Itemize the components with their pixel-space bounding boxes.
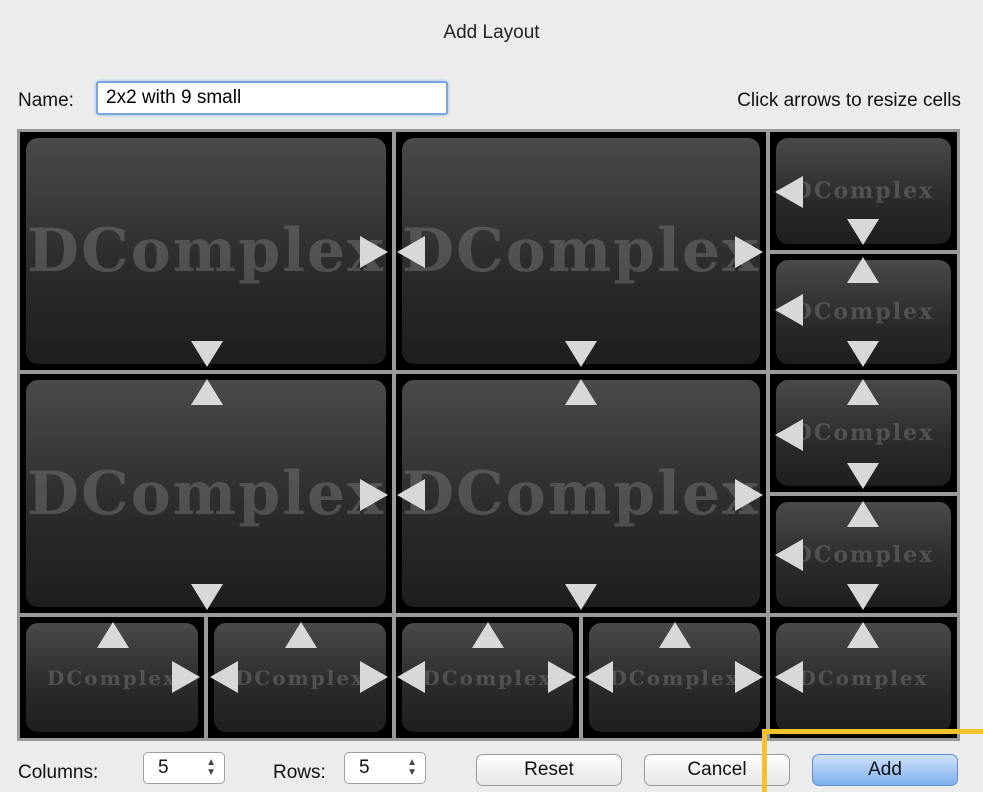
resize-up-arrow[interactable] — [847, 501, 879, 527]
resize-up-arrow[interactable] — [847, 379, 879, 405]
stepper-arrows-icon[interactable]: ▲ ▼ — [206, 758, 216, 778]
rows-label: Rows: — [273, 762, 326, 783]
resize-right-arrow[interactable] — [735, 479, 763, 511]
resize-up-arrow[interactable] — [847, 622, 879, 648]
watermark: DComplex — [402, 216, 760, 286]
name-label: Name: — [18, 90, 74, 111]
resize-up-arrow[interactable] — [191, 379, 223, 405]
watermark: DComplex — [27, 216, 385, 286]
name-input[interactable] — [96, 81, 448, 115]
rows-stepper[interactable]: 5 ▲ ▼ — [344, 752, 426, 784]
resize-left-arrow[interactable] — [397, 236, 425, 268]
grid-cell: DComplex — [20, 374, 392, 613]
resize-right-arrow[interactable] — [360, 661, 388, 693]
cancel-button[interactable]: Cancel — [644, 754, 790, 786]
resize-left-arrow[interactable] — [397, 479, 425, 511]
columns-value: 5 — [158, 757, 169, 778]
watermark: DComplex — [402, 458, 760, 529]
resize-right-arrow[interactable] — [548, 661, 576, 693]
resize-down-arrow[interactable] — [565, 341, 597, 367]
columns-stepper[interactable]: 5 ▲ ▼ — [143, 752, 225, 784]
resize-up-arrow[interactable] — [659, 622, 691, 648]
resize-left-arrow[interactable] — [775, 294, 803, 326]
grid-cell: DComplex — [20, 132, 392, 370]
grid-cell: DComplex — [396, 132, 766, 370]
layout-grid: DComplex DComplex DComplex DComplex DCom… — [17, 129, 960, 741]
resize-right-arrow[interactable] — [360, 236, 388, 268]
resize-hint: Click arrows to resize cells — [737, 90, 961, 111]
resize-left-arrow[interactable] — [585, 661, 613, 693]
reset-button[interactable]: Reset — [476, 754, 622, 786]
grid-cell: DComplex — [396, 374, 766, 613]
resize-down-arrow[interactable] — [847, 463, 879, 489]
resize-up-arrow[interactable] — [472, 622, 504, 648]
resize-down-arrow[interactable] — [191, 341, 223, 367]
resize-up-arrow[interactable] — [847, 257, 879, 283]
resize-down-arrow[interactable] — [565, 584, 597, 610]
resize-left-arrow[interactable] — [775, 539, 803, 571]
dialog-title: Add Layout — [443, 22, 540, 43]
stepper-arrows-icon[interactable]: ▲ ▼ — [407, 758, 417, 778]
resize-down-arrow[interactable] — [847, 584, 879, 610]
resize-left-arrow[interactable] — [775, 419, 803, 451]
resize-left-arrow[interactable] — [397, 661, 425, 693]
resize-right-arrow[interactable] — [172, 661, 200, 693]
resize-down-arrow[interactable] — [847, 219, 879, 245]
resize-down-arrow[interactable] — [847, 341, 879, 367]
resize-right-arrow[interactable] — [735, 236, 763, 268]
resize-left-arrow[interactable] — [775, 176, 803, 208]
resize-right-arrow[interactable] — [360, 479, 388, 511]
rows-value: 5 — [359, 757, 370, 778]
resize-down-arrow[interactable] — [191, 584, 223, 610]
add-button[interactable]: Add — [812, 754, 958, 786]
resize-up-arrow[interactable] — [565, 379, 597, 405]
watermark: DComplex — [27, 458, 385, 529]
resize-left-arrow[interactable] — [210, 661, 238, 693]
columns-label: Columns: — [18, 762, 99, 783]
resize-right-arrow[interactable] — [735, 661, 763, 693]
resize-left-arrow[interactable] — [775, 661, 803, 693]
resize-up-arrow[interactable] — [97, 622, 129, 648]
resize-up-arrow[interactable] — [285, 622, 317, 648]
